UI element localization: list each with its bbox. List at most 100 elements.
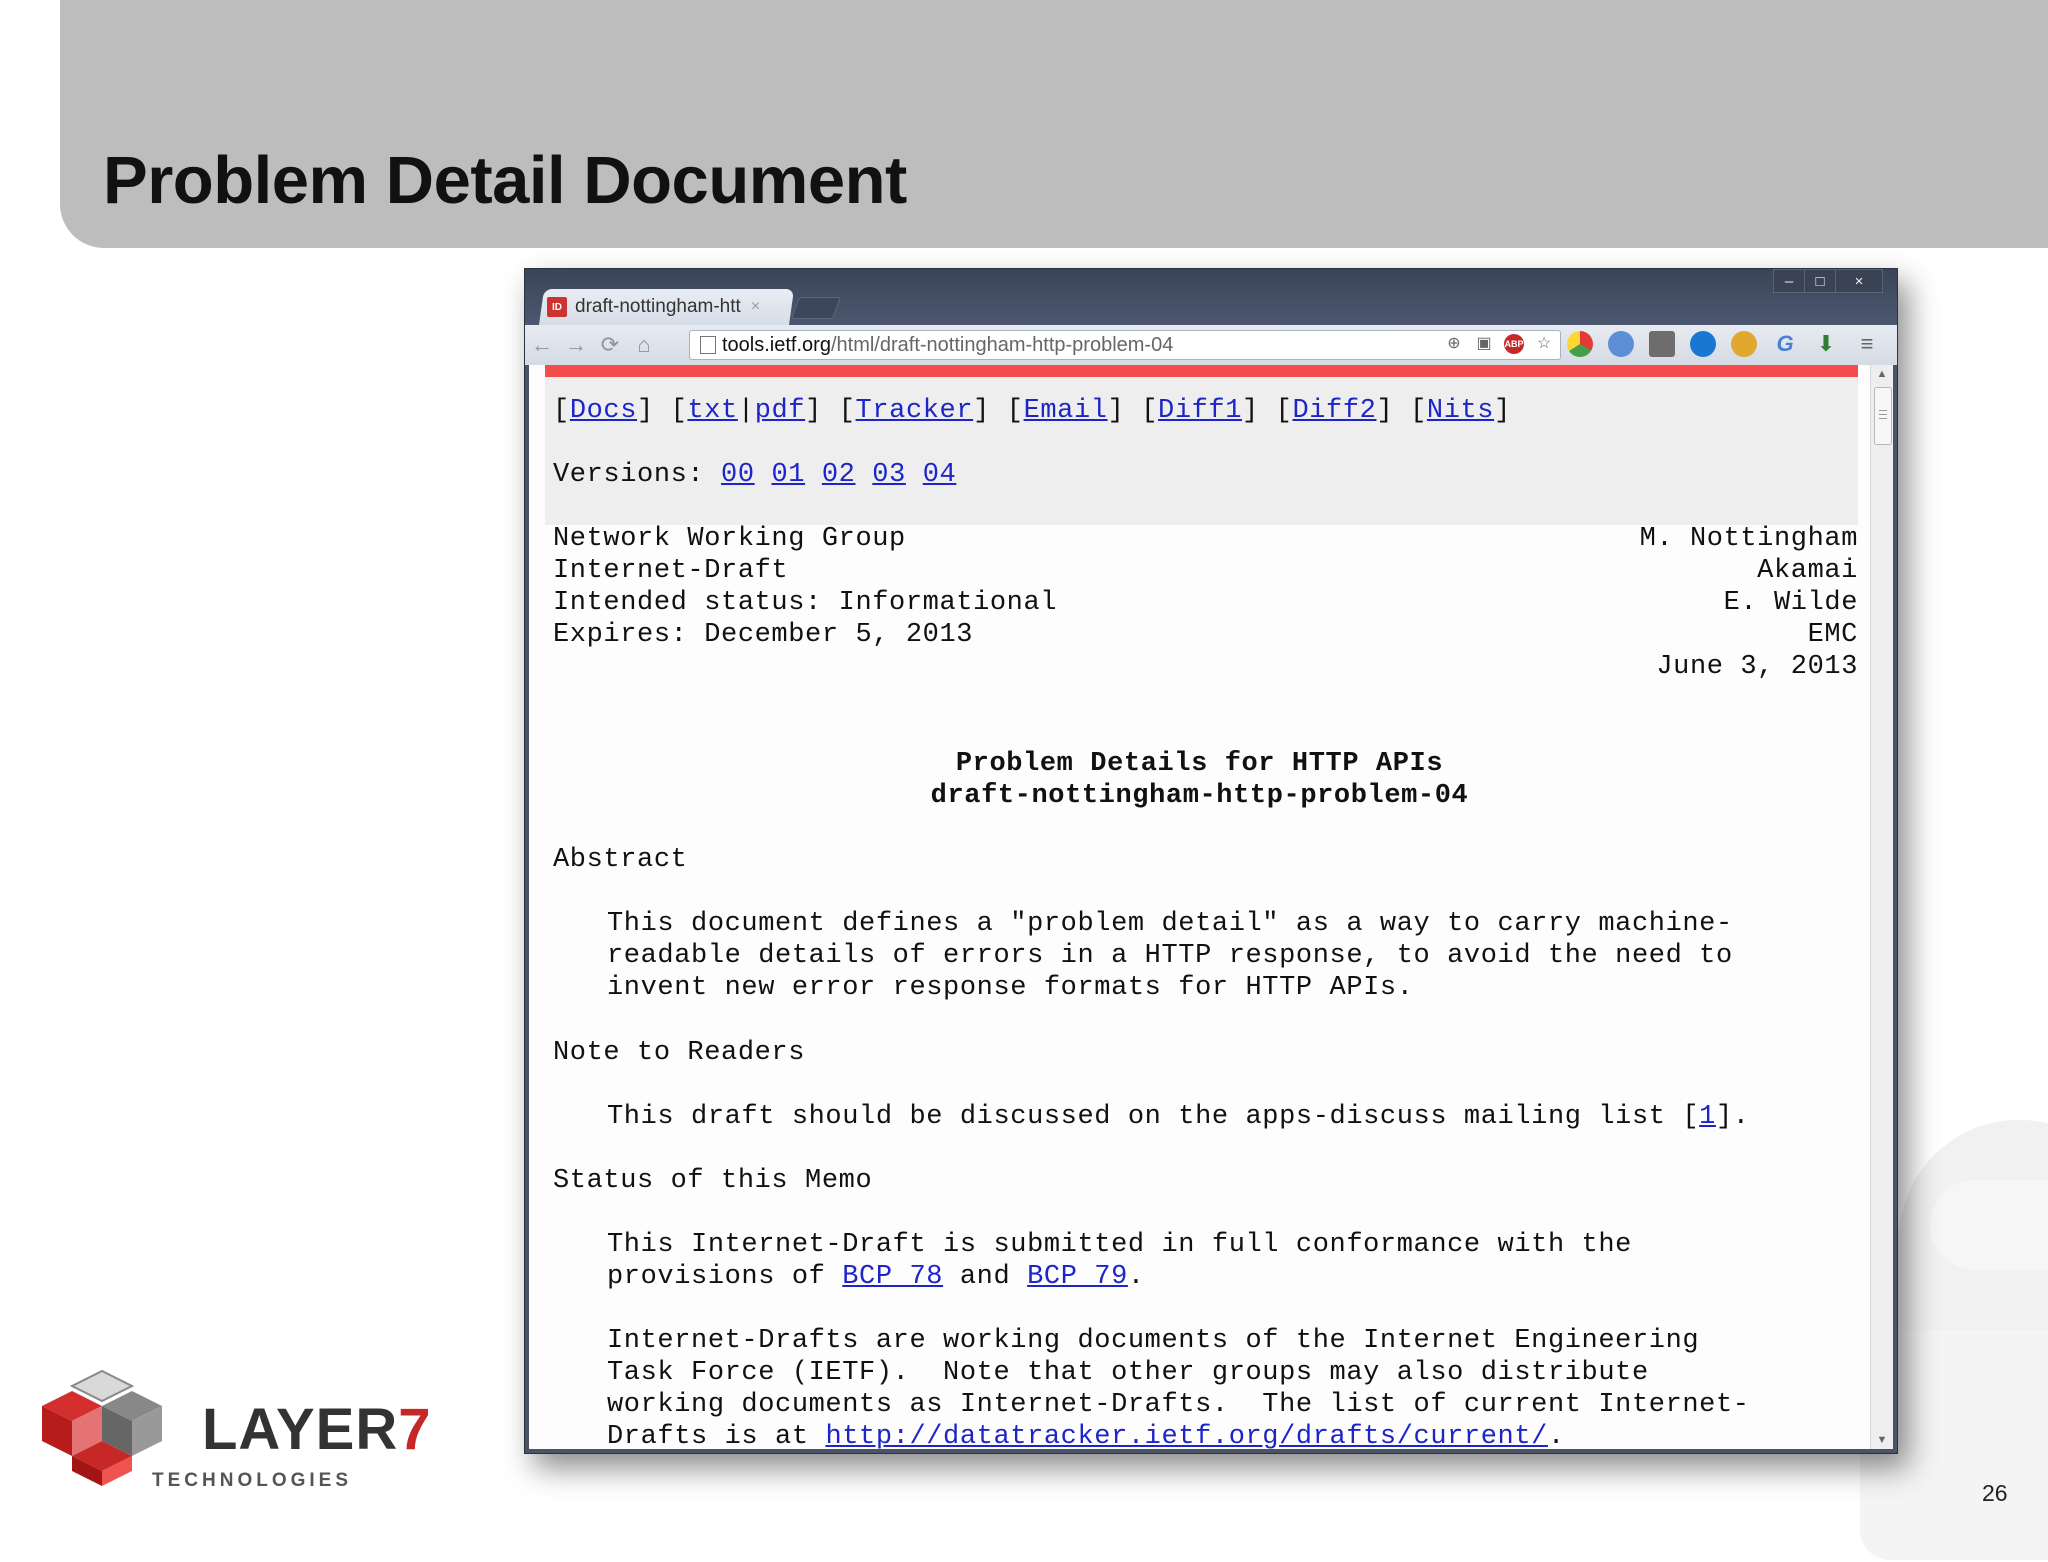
- header-left-line: Internet-Draft: [553, 556, 789, 586]
- status-text: and: [943, 1262, 1028, 1292]
- url-path: /html/draft-nottingham-http-problem-04: [830, 333, 1174, 356]
- layer7-logo: LAYER7 TECHNOLOGIES: [42, 1366, 431, 1491]
- scrollbar-thumb[interactable]: [1874, 387, 1892, 445]
- close-window-button[interactable]: ×: [1835, 269, 1883, 293]
- docs-link[interactable]: Docs: [570, 396, 637, 426]
- page-icon: [700, 336, 716, 354]
- chrome-extension-icon[interactable]: [1567, 331, 1593, 357]
- scroll-up-arrow-icon[interactable]: ▲: [1871, 365, 1893, 383]
- cookie-extension-icon[interactable]: [1731, 331, 1757, 357]
- tracker-link[interactable]: Tracker: [856, 396, 974, 426]
- logo-seven: 7: [398, 1397, 432, 1462]
- url-host: tools.ietf.org: [722, 333, 831, 356]
- browser-toolbar: ← → ⟳ ⌂ tools.ietf.org/html/draft-nottin…: [525, 325, 1897, 365]
- maximize-button[interactable]: □: [1804, 269, 1836, 293]
- paragraph-line: Internet-Drafts are working documents of…: [607, 1326, 1700, 1356]
- doc-subtitle: draft-nottingham-http-problem-04: [930, 781, 1469, 811]
- reference-link-1[interactable]: 1: [1699, 1102, 1716, 1132]
- google-extension-icon[interactable]: G: [1772, 331, 1798, 357]
- status-line: This Internet-Draft is submitted in full…: [607, 1230, 1632, 1260]
- new-tab-button[interactable]: [790, 297, 842, 319]
- back-button[interactable]: ←: [525, 332, 559, 358]
- diff2-link[interactable]: Diff2: [1292, 396, 1376, 426]
- versions-line: Versions: 00 01 02 03 04: [553, 459, 956, 491]
- vertical-scrollbar[interactable]: ▲ ▼: [1870, 365, 1893, 1449]
- status-body: This Internet-Draft is submitted in full…: [607, 1229, 1632, 1293]
- extension-icons: G ⬇ ≡: [1567, 331, 1880, 357]
- slide-title: Problem Detail Document: [103, 143, 907, 218]
- background-watermark: [1930, 1180, 2048, 1270]
- browser-window: ID draft-nottingham-htt × – □ × ← → ⟳ ⌂ …: [524, 268, 1898, 1454]
- note-end: ].: [1715, 1102, 1750, 1132]
- abstract-heading: Abstract: [553, 845, 688, 875]
- globe-clock-extension-icon[interactable]: [1608, 331, 1634, 357]
- header-right-line: EMC: [1807, 620, 1858, 650]
- bcp78-link[interactable]: BCP 78: [842, 1262, 943, 1292]
- draft-status-bar: [545, 365, 1858, 377]
- abstract-line: This document defines a "problem detail"…: [607, 909, 1733, 939]
- email-link[interactable]: Email: [1024, 396, 1108, 426]
- status-text: .: [1127, 1262, 1145, 1292]
- page-action-icon[interactable]: ▣: [1474, 334, 1494, 354]
- close-tab-icon[interactable]: ×: [751, 298, 760, 316]
- zoom-icon[interactable]: ⊕: [1444, 334, 1464, 354]
- logo-word: LAYER: [202, 1397, 399, 1462]
- header-left-line: Network Working Group: [553, 524, 906, 554]
- header-right-line: Akamai: [1757, 556, 1858, 586]
- cube-logo-icon: [42, 1369, 162, 1486]
- browser-titlebar: ID draft-nottingham-htt × – □ ×: [525, 269, 1897, 325]
- download-extension-icon[interactable]: ⬇: [1813, 331, 1839, 357]
- header-right-line: M. Nottingham: [1639, 524, 1858, 554]
- version-link-00[interactable]: 00: [721, 460, 755, 490]
- note-body: This draft should be discussed on the ap…: [607, 1101, 1750, 1133]
- logo-subtitle: TECHNOLOGIES: [152, 1470, 353, 1491]
- paragraph-line: Drafts is at http://datatracker.ietf.org…: [607, 1421, 1750, 1449]
- omnibox-actions: ⊕ ▣ ABP ☆: [1444, 334, 1554, 354]
- chat-extension-icon[interactable]: [1690, 331, 1716, 357]
- internet-drafts-paragraph: Internet-Drafts are working documents of…: [607, 1325, 1750, 1449]
- page-viewport: [Docs] [txt|pdf] [Tracker] [Email] [Diff…: [529, 365, 1870, 1449]
- paragraph-text: Drafts is at: [607, 1422, 826, 1449]
- ietf-favicon-icon: ID: [547, 297, 567, 317]
- bookmark-star-icon[interactable]: ☆: [1534, 334, 1554, 354]
- note-text: This draft should be discussed on the ap…: [607, 1102, 1700, 1132]
- header-right: M. Nottingham Akamai E. Wilde EMC June 3, 20…: [1640, 523, 1858, 683]
- scroll-down-arrow-icon[interactable]: ▼: [1871, 1431, 1893, 1449]
- header-right-line: June 3, 2013: [1656, 652, 1858, 682]
- bcp79-link[interactable]: BCP 79: [1027, 1262, 1128, 1292]
- forward-button[interactable]: →: [559, 332, 593, 358]
- status-line: provisions of BCP 78 and BCP 79.: [607, 1261, 1632, 1293]
- version-link-01[interactable]: 01: [771, 460, 805, 490]
- txt-link[interactable]: txt: [687, 396, 737, 426]
- versions-label: Versions:: [553, 460, 722, 490]
- diff1-link[interactable]: Diff1: [1158, 396, 1242, 426]
- abstract-body: This document defines a "problem detail"…: [607, 908, 1733, 1004]
- abstract-line: invent new error response formats for HT…: [607, 973, 1414, 1003]
- note-heading: Note to Readers: [553, 1038, 806, 1068]
- version-link-03[interactable]: 03: [872, 460, 906, 490]
- adblock-icon[interactable]: ABP: [1504, 334, 1524, 354]
- header-left-line: Intended status: Informational: [553, 588, 1058, 618]
- status-heading: Status of this Memo: [553, 1166, 873, 1196]
- nits-link[interactable]: Nits: [1427, 396, 1494, 426]
- home-button[interactable]: ⌂: [627, 332, 661, 358]
- paragraph-text: .: [1547, 1422, 1565, 1449]
- paragraph-line: working documents as Internet-Drafts. Th…: [607, 1390, 1750, 1420]
- address-bar[interactable]: tools.ietf.org/html/draft-nottingham-htt…: [689, 330, 1561, 360]
- reload-button[interactable]: ⟳: [593, 332, 627, 358]
- minimize-button[interactable]: –: [1773, 269, 1805, 293]
- version-link-02[interactable]: 02: [822, 460, 856, 490]
- header-right-line: E. Wilde: [1723, 588, 1858, 618]
- doc-title: Problem Details for HTTP APIs: [955, 749, 1444, 779]
- doc-links-line: [Docs] [txt|pdf] [Tracker] [Email] [Diff…: [553, 396, 1511, 426]
- paragraph-line: Task Force (IETF). Note that other group…: [607, 1358, 1649, 1388]
- browser-tab[interactable]: ID draft-nottingham-htt ×: [547, 289, 787, 325]
- menu-icon[interactable]: ≡: [1854, 331, 1880, 357]
- pdf-link[interactable]: pdf: [755, 396, 805, 426]
- slide-page-number: 26: [1982, 1480, 2008, 1506]
- current-drafts-link[interactable]: http://datatracker.ietf.org/drafts/curre…: [825, 1422, 1548, 1449]
- version-link-04[interactable]: 04: [923, 460, 957, 490]
- header-left: Network Working Group Internet-Draft Inten…: [553, 523, 1057, 651]
- window-controls: – □ ×: [1773, 269, 1883, 293]
- tools-extension-icon[interactable]: [1649, 331, 1675, 357]
